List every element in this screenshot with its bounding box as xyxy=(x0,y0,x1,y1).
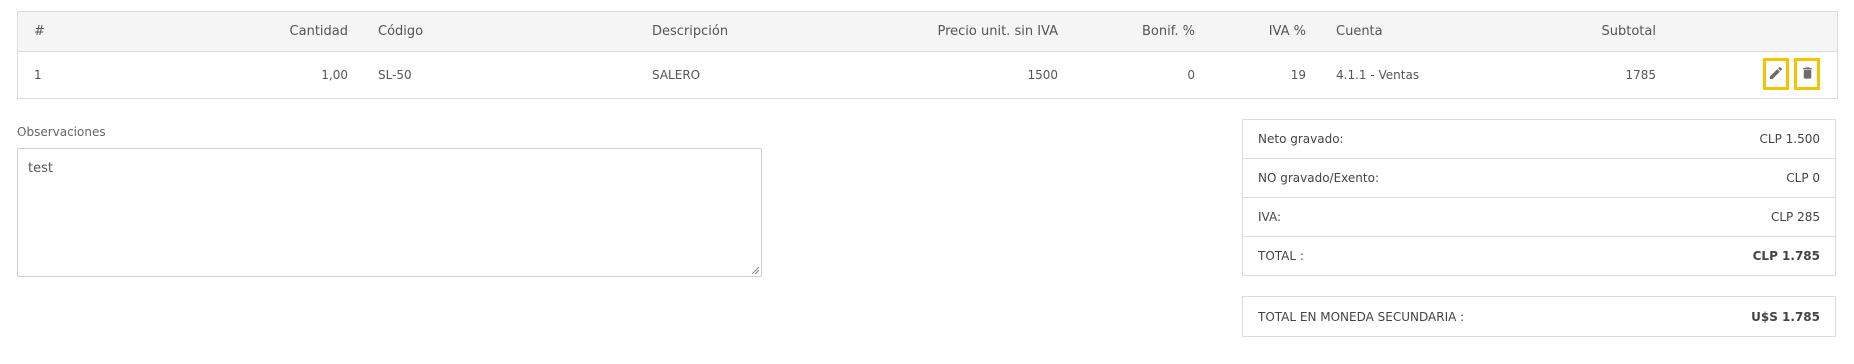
header-cantidad: Cantidad xyxy=(289,24,348,39)
header-subtotal: Subtotal xyxy=(1601,24,1656,39)
table-header: # Cantidad Código Descripción Precio uni… xyxy=(18,12,1837,52)
totals-row-neto: Neto gravado: CLP 1.500 xyxy=(1243,120,1835,159)
neto-value: CLP 1.500 xyxy=(1759,132,1820,146)
totals-row-no-gravado: NO gravado/Exento: CLP 0 xyxy=(1243,159,1835,198)
cell-cantidad: 1,00 xyxy=(321,68,348,82)
pencil-icon xyxy=(1768,65,1784,84)
cell-num: 1 xyxy=(34,68,42,82)
total-value: CLP 1.785 xyxy=(1752,249,1820,263)
cell-subtotal: 1785 xyxy=(1625,68,1656,82)
header-iva: IVA % xyxy=(1268,24,1306,39)
cell-cuenta: 4.1.1 - Ventas xyxy=(1336,68,1420,82)
edit-button[interactable] xyxy=(1763,58,1789,90)
cell-precio: 1500 xyxy=(1027,68,1058,82)
cell-bonif: 0 xyxy=(1187,68,1195,82)
totals-row-iva: IVA: CLP 285 xyxy=(1243,198,1835,237)
trash-icon xyxy=(1800,65,1815,84)
iva-label: IVA: xyxy=(1258,210,1282,224)
table-row: 1 1,00 SL-50 SALERO 1500 0 19 4.1.1 - Ve… xyxy=(18,52,1837,98)
header-precio: Precio unit. sin IVA xyxy=(937,24,1058,39)
no-gravado-label: NO gravado/Exento: xyxy=(1258,171,1379,185)
no-gravado-value: CLP 0 xyxy=(1786,171,1820,185)
header-codigo: Código xyxy=(378,24,424,39)
observaciones-textarea[interactable]: test xyxy=(17,148,762,277)
secondary-value: U$S 1.785 xyxy=(1751,309,1820,324)
cell-descripcion: SALERO xyxy=(652,68,701,82)
items-table: # Cantidad Código Descripción Precio uni… xyxy=(17,11,1838,99)
secondary-label: TOTAL EN MONEDA SECUNDARIA : xyxy=(1258,309,1465,324)
neto-label: Neto gravado: xyxy=(1258,132,1344,146)
cell-codigo: SL-50 xyxy=(378,68,412,82)
observaciones-label: Observaciones xyxy=(17,125,106,139)
total-label: TOTAL : xyxy=(1258,249,1304,263)
observaciones-value: test xyxy=(28,161,53,176)
totals-row-total: TOTAL : CLP 1.785 xyxy=(1243,237,1835,275)
resize-handle-icon[interactable] xyxy=(750,265,760,275)
header-cuenta: Cuenta xyxy=(1336,24,1383,39)
cell-iva: 19 xyxy=(1290,68,1306,82)
iva-value: CLP 285 xyxy=(1770,210,1820,224)
secondary-currency-total: TOTAL EN MONEDA SECUNDARIA : U$S 1.785 xyxy=(1242,296,1836,337)
delete-button[interactable] xyxy=(1794,58,1820,90)
totals-panel: Neto gravado: CLP 1.500 NO gravado/Exent… xyxy=(1242,119,1836,276)
header-bonif: Bonif. % xyxy=(1142,24,1195,39)
header-descripcion: Descripción xyxy=(652,24,729,39)
header-num: # xyxy=(34,24,45,39)
